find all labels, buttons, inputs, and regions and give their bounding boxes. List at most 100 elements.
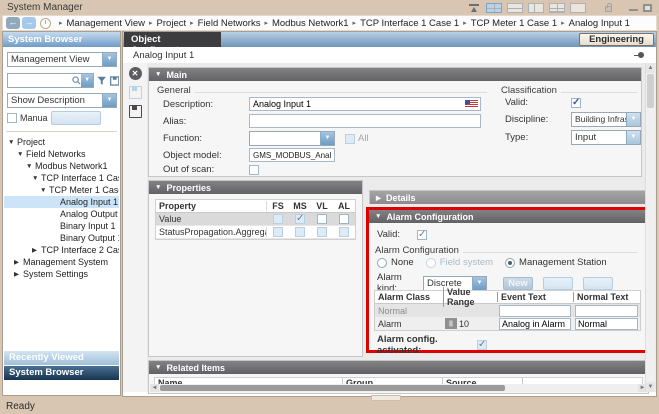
tree-item-analog-output-1[interactable]: Analog Output 1: [4, 208, 119, 220]
language-flag-icon[interactable]: [465, 100, 478, 108]
vl-checkbox[interactable]: [317, 214, 327, 224]
scroll-left-icon[interactable]: ◄: [150, 384, 159, 392]
tree-item-tcp-interface-1[interactable]: ▼TCP Interface 1 Case 1: [4, 172, 119, 184]
alarm-valid-checkbox[interactable]: [417, 230, 427, 240]
breadcrumb-item[interactable]: TCP Meter 1 Case 1: [471, 18, 557, 29]
collapsed-arrow-icon[interactable]: ▶: [14, 258, 23, 266]
discipline-dropdown[interactable]: Building Infrastructu ▼: [571, 112, 641, 127]
type-dropdown[interactable]: Input ▼: [571, 130, 641, 145]
range-icon-button[interactable]: ||: [445, 318, 457, 329]
radio-none[interactable]: [377, 258, 387, 268]
forward-button[interactable]: →: [22, 17, 36, 29]
scrollbar-thumb[interactable]: [160, 385, 505, 391]
back-button[interactable]: ←: [6, 17, 20, 29]
pin-icon[interactable]: [634, 51, 646, 59]
collapsed-arrow-icon[interactable]: ▶: [14, 270, 23, 278]
scroll-down-icon[interactable]: ▼: [646, 382, 655, 392]
layout-vertical-split-icon[interactable]: [528, 3, 544, 13]
breadcrumb-item-current[interactable]: Analog Input 1: [569, 18, 630, 29]
out-of-scan-checkbox[interactable]: [249, 165, 259, 175]
horizontal-scrollbar[interactable]: ◄ ►: [150, 384, 647, 392]
breadcrumb-item[interactable]: Management View: [67, 18, 146, 29]
view-dropdown[interactable]: Management View ▼: [7, 52, 117, 67]
tree-item-field-networks[interactable]: ▼Field Networks: [4, 148, 119, 160]
send-button[interactable]: Send: [51, 111, 101, 125]
tree-item-tcp-meter-1[interactable]: ▼TCP Meter 1 Case 1: [4, 184, 119, 196]
radio-management-station[interactable]: [505, 258, 515, 268]
save-as-icon[interactable]: [129, 105, 142, 118]
alarm-table-header: Alarm Class Value Range Event Text Norma…: [375, 291, 640, 304]
layout-single-pane-icon[interactable]: [570, 3, 586, 13]
minimize-button[interactable]: [629, 8, 638, 11]
tree-item-binary-output-1[interactable]: Binary Output 1: [4, 232, 119, 244]
filter-icon[interactable]: [97, 76, 106, 86]
function-dropdown[interactable]: ▼: [249, 131, 335, 146]
breadcrumb-separator: ▸: [186, 19, 198, 27]
tree-item-system-settings[interactable]: ▶System Settings: [4, 268, 119, 280]
related-items-header[interactable]: ▼ Related Items: [149, 361, 648, 374]
event-text-input[interactable]: [499, 318, 571, 330]
alias-input[interactable]: [249, 114, 481, 128]
expanded-arrow-icon[interactable]: ▼: [40, 187, 49, 194]
tab-object-configurator[interactable]: Object Configurator: [124, 32, 221, 47]
expanded-arrow-icon[interactable]: ▼: [8, 139, 17, 146]
tab-system-browser[interactable]: System Browser: [4, 366, 119, 380]
alarm-section-header[interactable]: ▼ Alarm Configuration: [369, 210, 646, 223]
normal-text-input[interactable]: [575, 305, 638, 317]
object-model-input[interactable]: [249, 148, 335, 162]
tree-item-tcp-interface-2[interactable]: ▶TCP Interface 2 Case 1: [4, 244, 119, 256]
alarm-row-normal[interactable]: Normal: [375, 304, 640, 317]
search-input[interactable]: [8, 75, 72, 86]
tree-item-management-system[interactable]: ▶Management System: [4, 256, 119, 268]
save-search-icon[interactable]: [110, 76, 119, 86]
vertical-scrollbar[interactable]: ▲ ▼: [645, 63, 655, 392]
normal-text-input[interactable]: [575, 318, 638, 330]
search-box[interactable]: ▼: [7, 73, 94, 88]
maximize-button[interactable]: [643, 4, 652, 12]
breadcrumb-item[interactable]: TCP Interface 1 Case 1: [360, 18, 459, 29]
description-input[interactable]: [250, 99, 465, 109]
layout-quad-icon[interactable]: [486, 3, 502, 13]
tree-item-analog-input-1[interactable]: Analog Input 1: [4, 196, 119, 208]
breadcrumb-item[interactable]: Field Networks: [198, 18, 261, 29]
object-model-label: Object model:: [163, 150, 249, 161]
display-mode-dropdown[interactable]: Show Description ▼: [7, 93, 117, 108]
breadcrumb-item[interactable]: Modbus Network1: [272, 18, 349, 29]
tab-recently-viewed[interactable]: Recently Viewed: [4, 351, 119, 365]
al-checkbox[interactable]: [339, 214, 349, 224]
tree-item-project[interactable]: ▼Project: [4, 136, 119, 148]
manual-checkbox[interactable]: [7, 113, 17, 123]
expanded-arrow-icon[interactable]: ▼: [17, 151, 26, 158]
layout-horizontal-split-icon[interactable]: [507, 3, 523, 13]
search-options-arrow-icon[interactable]: ▼: [81, 74, 93, 87]
table-row[interactable]: Value: [156, 213, 355, 226]
chevron-down-icon: ▼: [626, 131, 640, 144]
properties-section-header[interactable]: ▼ Properties: [149, 181, 362, 194]
layout-grid-icon[interactable]: [549, 3, 565, 13]
chevron-down-icon: ▼: [626, 113, 640, 126]
details-section-header[interactable]: ▶ Details: [370, 191, 645, 204]
alarm-row-alarm[interactable]: Alarm || 10: [375, 317, 640, 330]
engineering-mode-button[interactable]: Engineering: [579, 33, 654, 46]
table-row[interactable]: StatusPropagation.Aggregat: [156, 226, 355, 239]
history-icon[interactable]: [40, 18, 51, 29]
function-all-checkbox[interactable]: [345, 134, 355, 144]
expanded-arrow-icon[interactable]: ▼: [26, 163, 35, 170]
breadcrumb-item[interactable]: Project: [157, 18, 187, 29]
new-button[interactable]: New: [503, 277, 533, 290]
expanded-arrow-icon[interactable]: ▼: [32, 175, 41, 182]
classification-valid-checkbox[interactable]: [571, 98, 581, 108]
lock-icon[interactable]: [605, 6, 612, 12]
tree-item-binary-input-1[interactable]: Binary Input 1: [4, 220, 119, 232]
sidebar-divider: [6, 131, 117, 133]
main-section-header[interactable]: ▼ Main: [149, 68, 641, 81]
breadcrumb-separator: ▸: [349, 19, 361, 27]
tree-item-modbus-network1[interactable]: ▼Modbus Network1: [4, 160, 119, 172]
scroll-up-icon[interactable]: ▲: [646, 63, 655, 73]
collapsed-arrow-icon[interactable]: ▶: [32, 246, 41, 254]
ms-checkbox[interactable]: [295, 214, 305, 224]
scrollbar-thumb[interactable]: [647, 74, 654, 108]
discard-changes-icon[interactable]: ✕: [129, 67, 142, 80]
event-text-input[interactable]: [499, 305, 571, 317]
dock-top-icon[interactable]: [467, 3, 481, 13]
